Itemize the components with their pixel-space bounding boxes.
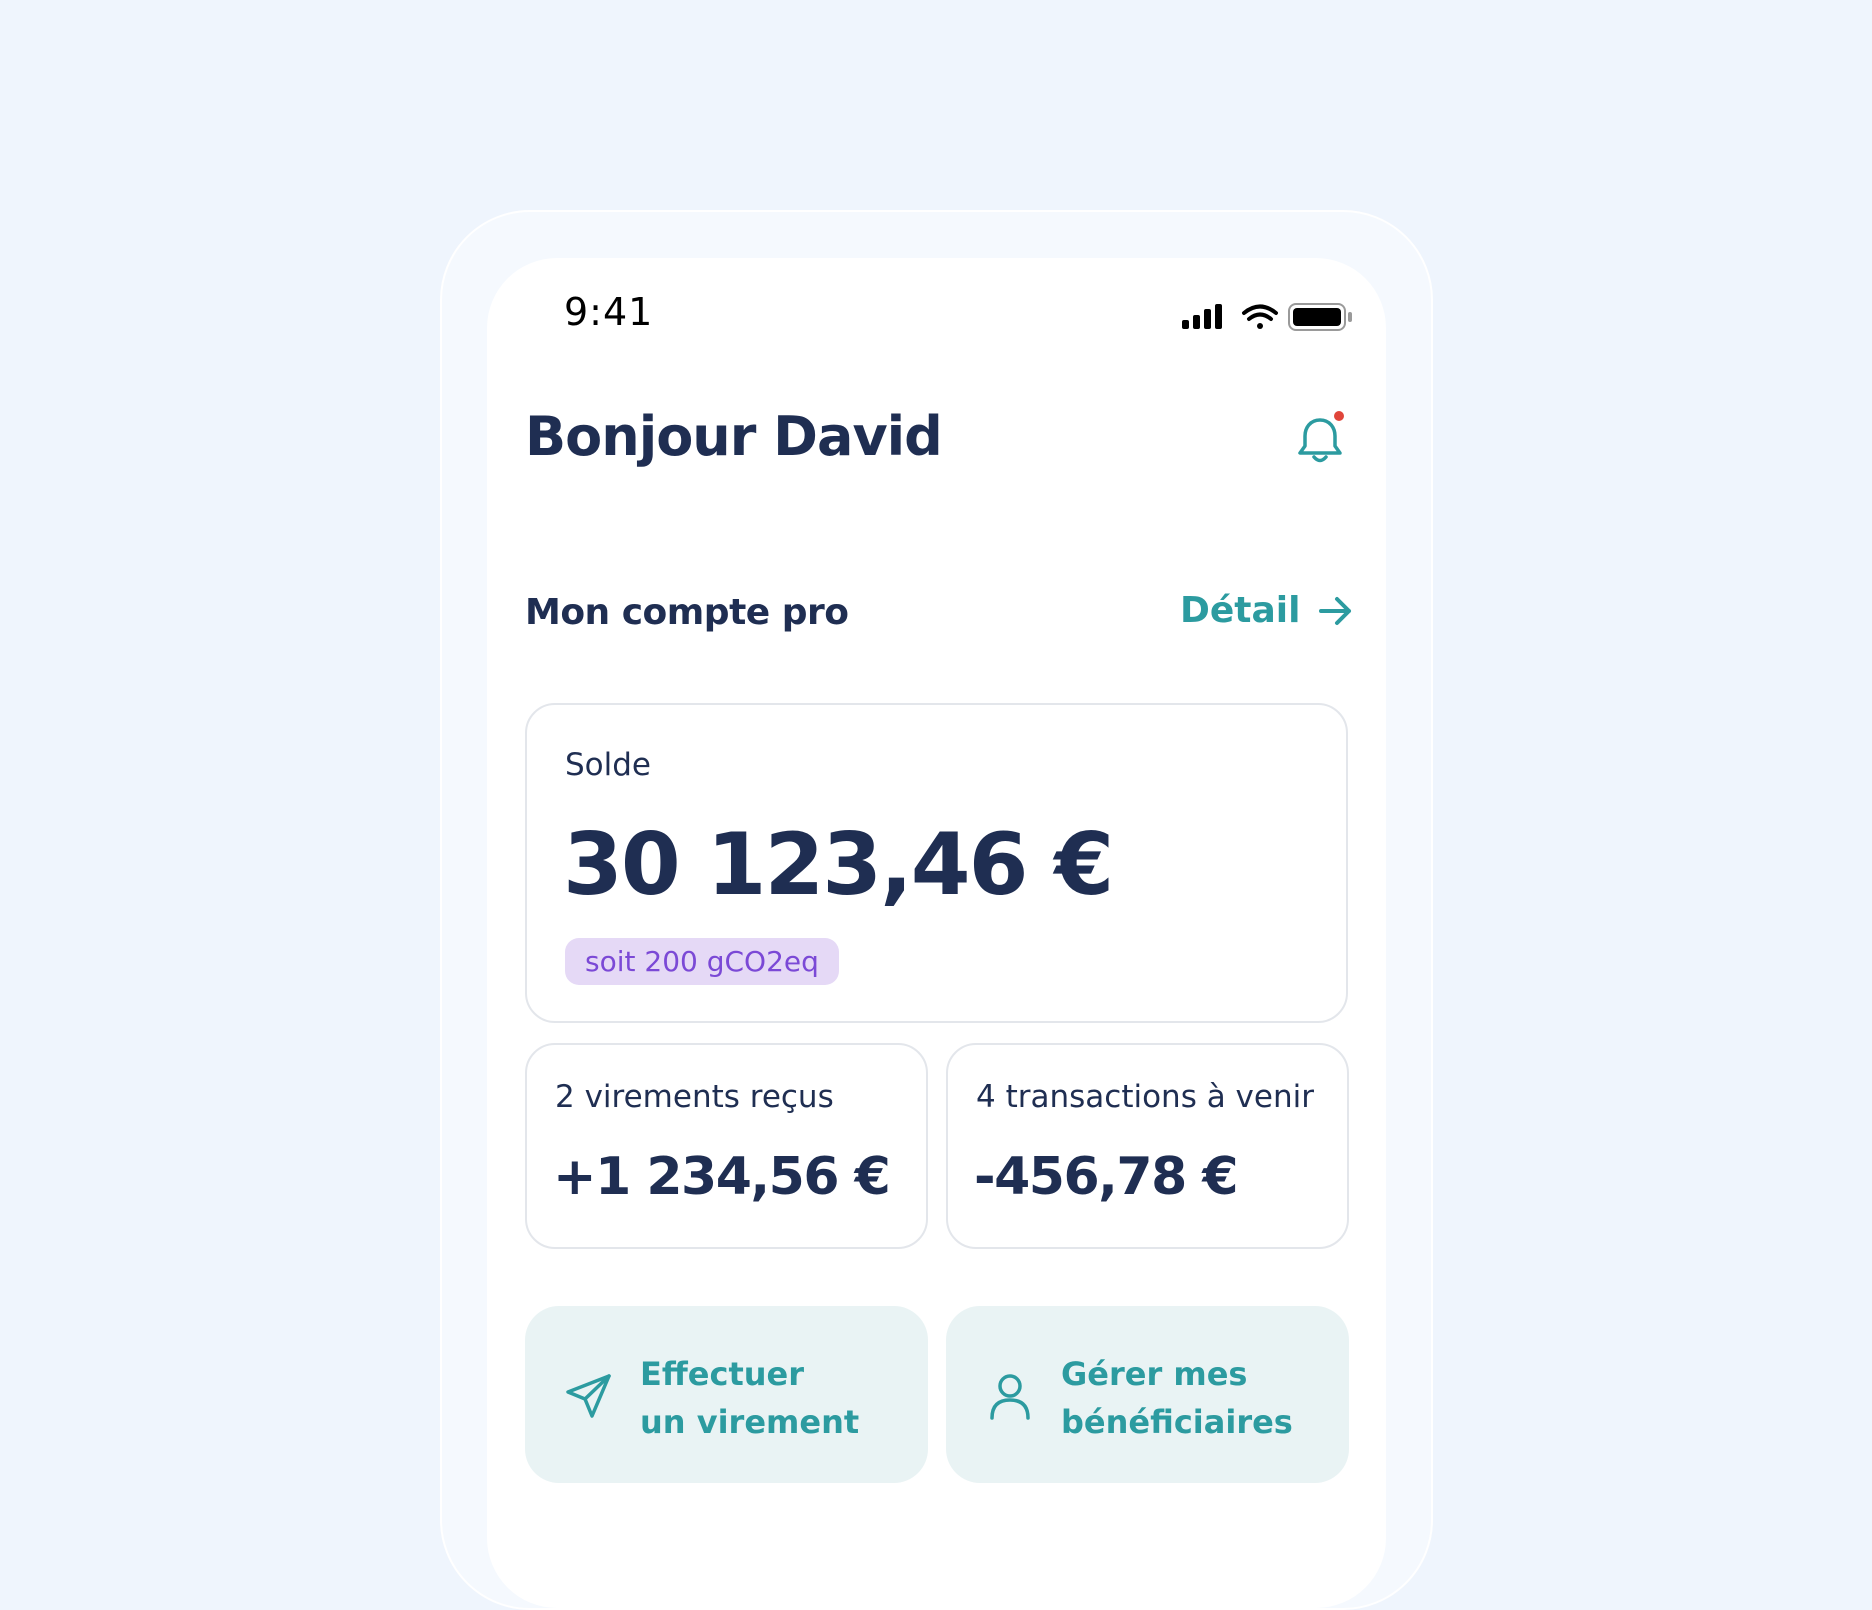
wifi-icon <box>1242 304 1278 329</box>
received-transfers-card[interactable]: 2 virements reçus +1 234,56 € <box>525 1043 928 1249</box>
status-time: 9:41 <box>564 290 654 334</box>
battery-icon <box>1288 303 1352 331</box>
send-icon <box>566 1374 611 1418</box>
upcoming-transactions-value: -456,78 € <box>974 1147 1239 1207</box>
balance-card: Solde 30 123,46 € soit 200 gCO2eq <box>525 703 1348 1023</box>
greeting-title: Bonjour David <box>525 405 943 468</box>
notification-dot <box>1334 411 1344 421</box>
bell-icon[interactable] <box>1295 410 1345 470</box>
upcoming-transactions-card[interactable]: 4 transactions à venir -456,78 € <box>946 1043 1349 1249</box>
received-transfers-value: +1 234,56 € <box>553 1147 891 1207</box>
detail-link-label: Détail <box>1180 590 1301 631</box>
manage-beneficiaries-button[interactable]: Gérer mes bénéficiaires <box>946 1306 1349 1483</box>
balance-label: Solde <box>565 747 652 783</box>
received-transfers-label: 2 virements reçus <box>555 1079 834 1115</box>
manage-beneficiaries-label: Gérer mes bénéficiaires <box>1061 1355 1293 1441</box>
balance-amount: 30 123,46 € <box>563 815 1114 915</box>
status-icons <box>1182 303 1352 331</box>
arrow-right-icon <box>1319 596 1352 625</box>
user-icon <box>990 1374 1030 1420</box>
detail-link[interactable]: Détail <box>1180 590 1354 631</box>
account-section-title: Mon compte pro <box>525 592 849 633</box>
cellular-signal-icon <box>1182 304 1222 329</box>
make-transfer-button[interactable]: Effectuer un virement <box>525 1306 928 1483</box>
make-transfer-label: Effectuer un virement <box>640 1355 860 1441</box>
upcoming-transactions-label: 4 transactions à venir <box>976 1079 1314 1115</box>
co2-badge: soit 200 gCO2eq <box>565 938 839 985</box>
